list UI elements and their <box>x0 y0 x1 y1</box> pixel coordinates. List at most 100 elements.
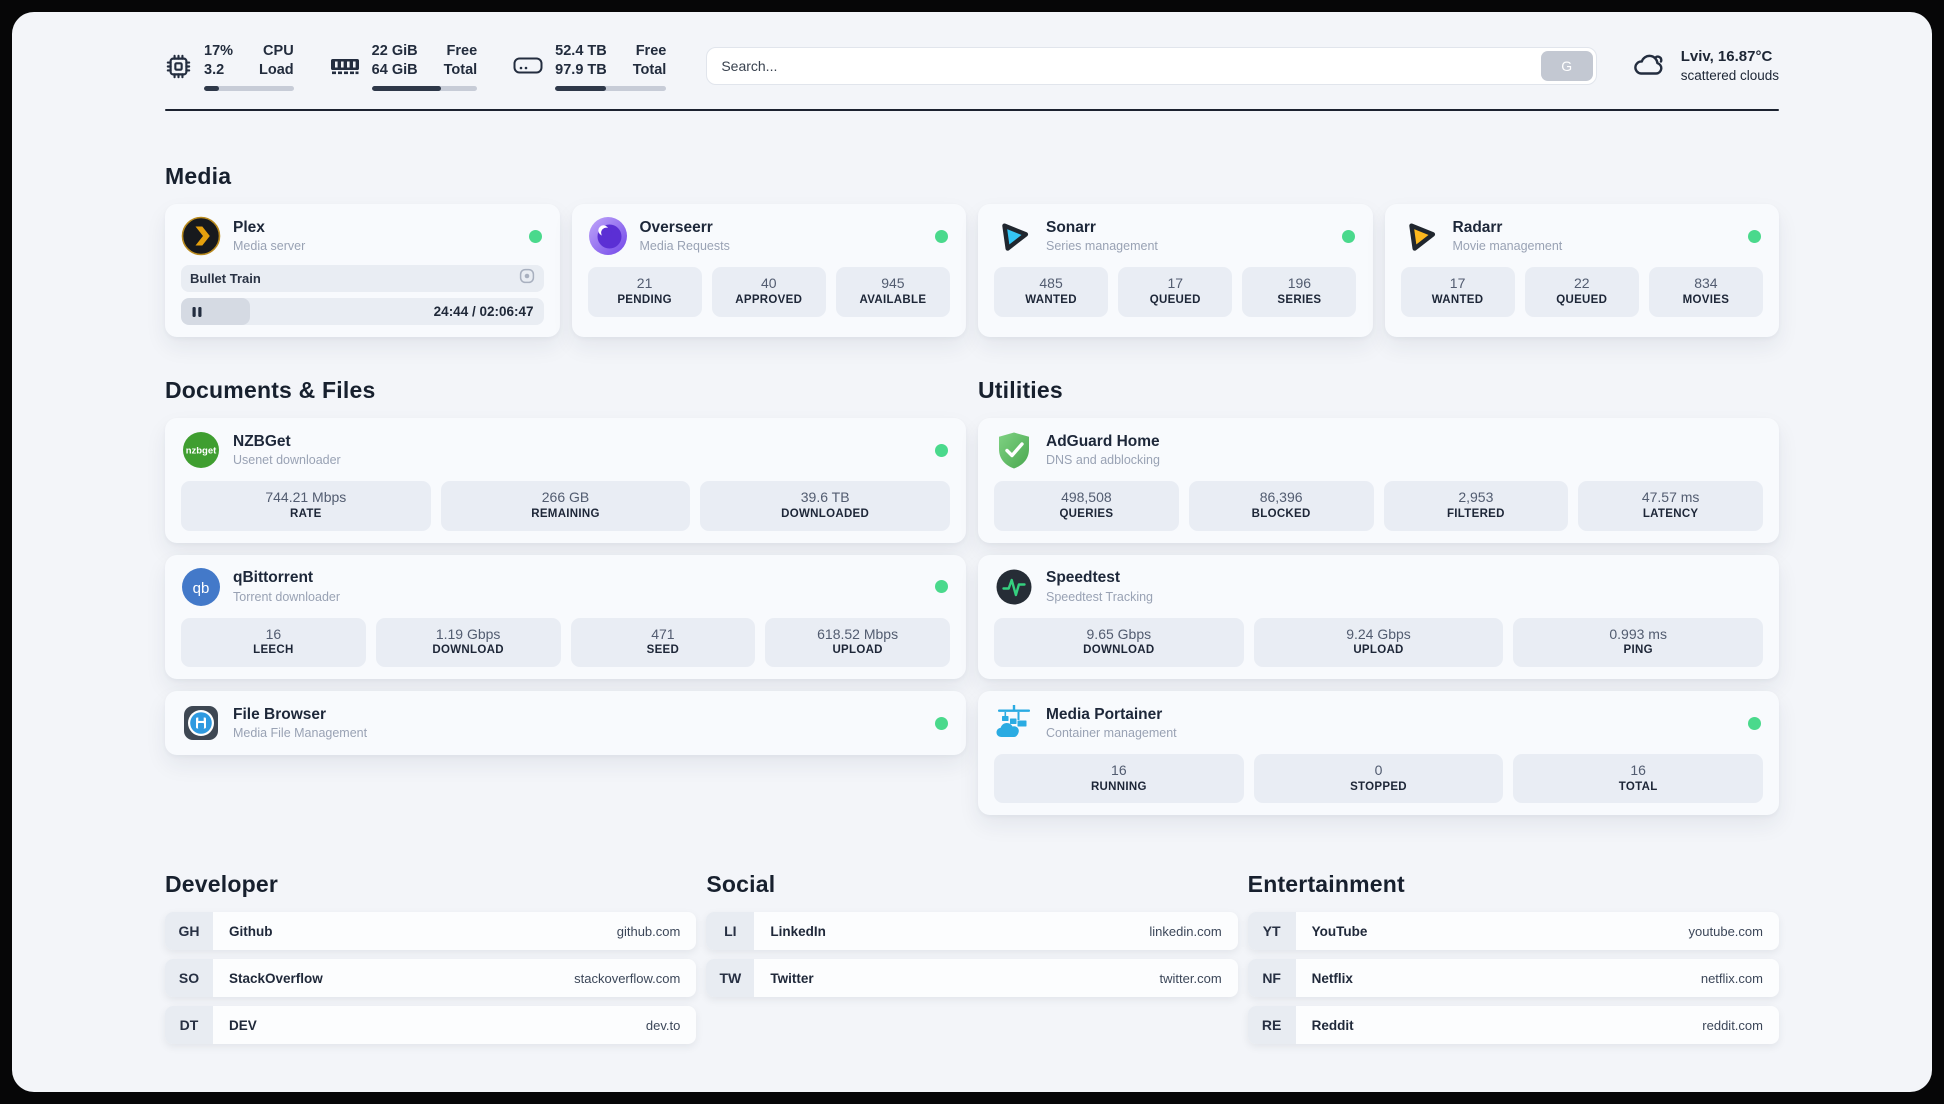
memory-labels: Free Total <box>443 43 478 78</box>
link-name: Reddit <box>1311 1017 1354 1033</box>
link-name: YouTube <box>1311 923 1368 939</box>
link-row-stackoverflow[interactable]: SO StackOverflow stackoverflow.com <box>165 959 697 998</box>
stat-upload: 9.24 Gbps UPLOAD <box>1253 617 1504 667</box>
app-description: Media Requests <box>639 239 730 254</box>
app-card-sonarr[interactable]: Sonarr Series management 485 WANTED 17 Q… <box>978 204 1373 338</box>
stat-approved: 40 APPROVED <box>711 267 826 317</box>
link-row-twitter[interactable]: TW Twitter twitter.com <box>706 959 1238 998</box>
app-card-portainer[interactable]: Media Portainer Container management 16 … <box>978 691 1779 816</box>
overseerr-icon <box>588 216 628 256</box>
nzbget-icon: nzbget <box>181 430 221 470</box>
app-name: NZBGet <box>233 432 291 450</box>
search-engine-button[interactable]: G <box>1540 51 1593 82</box>
stat-queued: 22 QUEUED <box>1524 267 1639 317</box>
app-card-overseerr[interactable]: Overseerr Media Requests 21 PENDING 40 A… <box>571 204 966 338</box>
link-name: Netflix <box>1311 970 1353 986</box>
cpu-progress-bar <box>204 85 294 91</box>
status-dot-online <box>1748 716 1761 730</box>
status-dot-online <box>935 716 948 730</box>
stat-series: 196 SERIES <box>1242 267 1357 317</box>
search-input[interactable] <box>706 47 1597 86</box>
link-abbr-badge: TW <box>706 959 755 998</box>
session-type-icon <box>519 268 535 289</box>
now-playing-title: Bullet Train <box>190 271 261 287</box>
app-card-filebrowser[interactable]: File Browser Media File Management <box>165 691 966 755</box>
app-description: Speedtest Tracking <box>1046 589 1154 604</box>
stat-download: 9.65 Gbps DOWNLOAD <box>994 617 1244 667</box>
plex-icon <box>181 216 221 256</box>
section-social: Social LI LinkedIn linkedin.com TW Twitt… <box>706 871 1238 998</box>
radarr-icon <box>1401 216 1441 256</box>
app-name: AdGuard Home <box>1046 432 1160 450</box>
stat-wanted: 17 WANTED <box>1400 267 1515 317</box>
link-row-netflix[interactable]: NF Netflix netflix.com <box>1247 959 1779 998</box>
stat-stopped: 0 STOPPED <box>1253 754 1504 804</box>
app-card-nzbget[interactable]: nzbget NZBGet Usenet downloader 744.21 M… <box>165 418 966 543</box>
app-card-adguard[interactable]: AdGuard Home DNS and adblocking 498,508 … <box>978 418 1779 543</box>
link-url: reddit.com <box>1702 1017 1763 1033</box>
section-title-entertainment: Entertainment <box>1247 871 1405 898</box>
memory-stat: 22 GiB 64 GiB Free Total <box>330 42 478 91</box>
app-card-qbittorrent[interactable]: qb qBittorrent Torrent downloader 16 LEE… <box>165 554 966 679</box>
app-name: Speedtest <box>1046 569 1121 587</box>
stat-queued: 17 QUEUED <box>1118 267 1233 317</box>
playback-progress-bar[interactable]: 24:44 / 02:06:47 <box>181 298 544 326</box>
app-description: Movie management <box>1452 239 1563 254</box>
stat-download: 1.19 Gbps DOWNLOAD <box>375 617 561 667</box>
app-description: Series management <box>1046 239 1158 254</box>
disk-values: 52.4 TB 97.9 TB <box>555 43 607 78</box>
link-row-reddit[interactable]: RE Reddit reddit.com <box>1247 1006 1779 1045</box>
link-name: DEV <box>229 1017 257 1033</box>
section-title-social: Social <box>706 871 776 898</box>
app-description: Torrent downloader <box>233 589 341 604</box>
link-url: linkedin.com <box>1149 923 1222 939</box>
portainer-icon <box>994 703 1034 743</box>
link-row-linkedin[interactable]: LI LinkedIn linkedin.com <box>706 912 1238 951</box>
app-description: Container management <box>1046 725 1177 740</box>
stat-seed: 471 SEED <box>570 617 756 667</box>
stat-filtered: 2,953 FILTERED <box>1383 481 1569 531</box>
stat-wanted: 485 WANTED <box>994 267 1109 317</box>
link-abbr-badge: DT <box>165 1006 213 1045</box>
memory-values: 22 GiB 64 GiB <box>371 43 418 78</box>
link-abbr-badge: GH <box>165 912 213 951</box>
sonarr-icon <box>994 216 1034 256</box>
link-url: dev.to <box>645 1017 681 1033</box>
app-card-plex[interactable]: Plex Media server Bullet Train 24:44 / 0… <box>165 204 560 338</box>
stat-running: 16 RUNNING <box>994 754 1244 804</box>
link-row-dev[interactable]: DT DEV dev.to <box>165 1006 697 1045</box>
app-card-radarr[interactable]: Radarr Movie management 17 WANTED 22 QUE… <box>1384 204 1779 338</box>
weather-location-temp: Lviv, 16.87°C <box>1680 48 1773 66</box>
cpu-icon <box>165 53 192 80</box>
app-name: Plex <box>233 218 265 236</box>
section-entertainment: Entertainment YT YouTube youtube.com NF … <box>1247 871 1779 1045</box>
link-name: LinkedIn <box>770 923 826 939</box>
app-name: Radarr <box>1452 218 1503 236</box>
link-row-youtube[interactable]: YT YouTube youtube.com <box>1247 912 1779 951</box>
app-description: Media server <box>233 239 306 254</box>
section-media: Media Plex Media server Bullet Train 24:… <box>165 163 1779 338</box>
section-title-developer: Developer <box>165 871 279 898</box>
link-abbr-badge: SO <box>165 959 213 998</box>
link-abbr-badge: YT <box>1247 912 1296 951</box>
link-url: twitter.com <box>1159 970 1222 986</box>
qbittorrent-icon: qb <box>181 567 221 607</box>
link-row-github[interactable]: GH Github github.com <box>165 912 697 951</box>
stat-latency: 47.57 ms LATENCY <box>1578 481 1763 531</box>
stat-rate: 744.21 Mbps RATE <box>181 481 431 531</box>
link-name: Github <box>229 923 273 939</box>
app-card-speedtest[interactable]: Speedtest Speedtest Tracking 9.65 Gbps D… <box>978 554 1779 679</box>
section-title-utilities: Utilities <box>978 377 1063 404</box>
stat-movies: 834 MOVIES <box>1648 267 1763 317</box>
disk-progress-bar <box>555 85 667 91</box>
now-playing-row: Bullet Train <box>181 265 544 293</box>
app-description: Media File Management <box>233 725 368 740</box>
stat-blocked: 86,396 BLOCKED <box>1188 481 1374 531</box>
pause-icon[interactable] <box>191 298 203 325</box>
link-name: StackOverflow <box>229 970 323 986</box>
stat-pending: 21 PENDING <box>587 267 702 317</box>
section-utilities: Utilities AdGuard Home DNS and adblockin… <box>978 377 1779 816</box>
app-name: Media Portainer <box>1046 705 1163 723</box>
search-bar: G <box>706 47 1597 86</box>
speedtest-icon <box>994 567 1034 607</box>
